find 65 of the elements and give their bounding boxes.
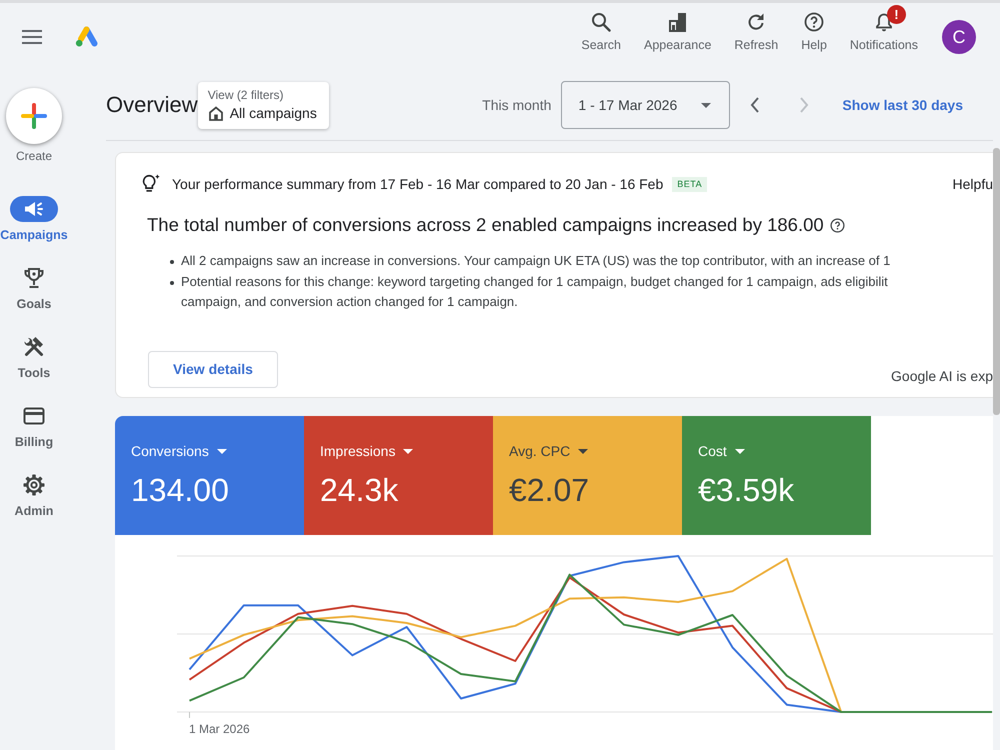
sidebar-item[interactable]: Billing	[14, 403, 54, 450]
trophy-icon	[22, 266, 46, 290]
settings-icon	[22, 473, 46, 497]
beta-badge: BETA	[672, 176, 708, 192]
chevron-left-icon	[750, 97, 760, 113]
create-button[interactable]	[6, 88, 62, 144]
bullet-text: Potential reasons for this change: keyword targeting changed for 1 campaign, budget changed for 1 campaign, ads eligibilit	[181, 272, 888, 291]
metric-tile[interactable]: Impressions 24.3k	[304, 416, 493, 535]
period-label: This month	[482, 96, 552, 114]
metric-value: €2.07	[509, 471, 590, 509]
plus-icon	[20, 102, 48, 130]
caret-icon[interactable]	[403, 448, 414, 454]
summary-headline: The total number of conversions across 2 enabled campaigns increased by 186.00	[147, 213, 824, 237]
sidebar-item[interactable]: Tools	[18, 334, 50, 381]
show-last-30-days-link[interactable]: Show last 30 days	[842, 94, 963, 116]
metric-label: Cost	[698, 442, 727, 460]
chevron-right-icon	[799, 97, 810, 113]
view-filter-button[interactable]: View (2 filters) All campaigns	[198, 82, 329, 128]
metric-value: €3.59k	[698, 471, 796, 509]
help-icon[interactable]	[830, 218, 845, 232]
feedback-prompt: Helpfu	[952, 174, 993, 194]
app-logo-icon	[74, 26, 99, 48]
sidebar-item[interactable]: Admin	[14, 472, 54, 519]
caret-icon[interactable]	[578, 448, 588, 454]
home-icon	[208, 105, 224, 121]
sidebar-item[interactable]: Goals	[16, 265, 52, 312]
bullet-icon	[170, 260, 174, 264]
ai-disclaimer: Google AI is exp	[891, 366, 993, 386]
scrollbar-thumb[interactable]	[993, 148, 1000, 415]
metric-value: 134.00	[131, 471, 230, 509]
metric-label: Conversions	[131, 442, 209, 460]
metric-label: Avg. CPC	[509, 442, 570, 460]
date-range-dropdown[interactable]: 1 - 17 Mar 2026	[561, 81, 730, 129]
search-button[interactable]: Search	[581, 11, 621, 53]
caret-icon	[701, 102, 712, 108]
help-button[interactable]: Help	[801, 11, 827, 53]
axis-date-label: 1 Mar 2026	[189, 722, 250, 736]
refresh-button[interactable]: Refresh	[734, 11, 778, 53]
metric-label: Impressions	[320, 442, 396, 460]
page-title: Overview	[106, 92, 198, 118]
summary-title: Your performance summary from 17 Feb - 16 Mar compared to 20 Jan - 16 Feb	[172, 174, 664, 194]
metric-value: 24.3k	[320, 471, 400, 509]
metric-tile[interactable]: Conversions 134.00	[115, 416, 304, 535]
refresh-icon	[746, 12, 766, 32]
create-label: Create	[16, 149, 52, 163]
alert-badge: !	[886, 5, 906, 24]
help-icon	[804, 12, 824, 32]
view-details-button[interactable]: View details	[148, 350, 278, 388]
megaphone-icon	[10, 196, 58, 222]
bell-icon	[874, 12, 894, 32]
metric-tile[interactable]: Cost €3.59k	[682, 416, 871, 535]
menu-icon	[22, 30, 42, 44]
caret-icon[interactable]	[734, 448, 745, 454]
sidebar-item[interactable]: Campaigns	[0, 196, 68, 243]
search-icon	[591, 12, 612, 32]
account-avatar[interactable]: C	[942, 20, 976, 54]
caret-icon[interactable]	[216, 448, 227, 454]
bullet-icon	[170, 280, 174, 284]
bullet-text: All 2 campaigns saw an increase in conversions. Your campaign UK ETA (US) was the top contributor, with an increase of 1	[181, 252, 890, 270]
metric-tile[interactable]: Avg. CPC €2.07	[493, 416, 682, 535]
tools-icon	[22, 335, 46, 359]
layout-icon	[668, 12, 688, 32]
menu-button[interactable]	[22, 30, 42, 44]
appearance-button[interactable]: Appearance	[644, 11, 712, 53]
bullet-text: campaign, and conversion action changed for 1 campaign.	[181, 293, 519, 311]
